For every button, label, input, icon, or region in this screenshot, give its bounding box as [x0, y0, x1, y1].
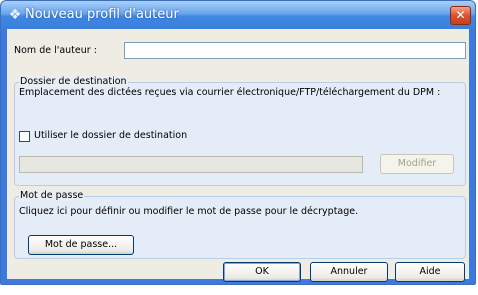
- modify-button[interactable]: Modifier: [380, 154, 454, 174]
- use-destination-checkbox[interactable]: [19, 131, 30, 142]
- password-button[interactable]: Mot de passe...: [28, 235, 134, 255]
- author-name-label: Nom de l'auteur :: [14, 45, 97, 56]
- ok-button[interactable]: OK: [223, 262, 301, 282]
- destination-path-field[interactable]: [19, 156, 363, 173]
- app-icon: ❖: [8, 7, 22, 23]
- destination-group-title: Dossier de destination: [19, 76, 128, 87]
- password-group-title: Mot de passe: [19, 190, 85, 201]
- password-description: Cliquez ici pour définir ou modifier le …: [19, 206, 359, 217]
- password-group: Mot de passe Cliquez ici pour définir ou…: [14, 190, 466, 259]
- dialog-window: ❖ Nouveau profil d'auteur ✕ Nom de l'aut…: [0, 0, 476, 285]
- title-bar[interactable]: ❖ Nouveau profil d'auteur ✕: [1, 1, 475, 29]
- dialog-body: Nom de l'auteur : Dossier de destination…: [7, 29, 469, 282]
- cancel-button[interactable]: Annuler: [310, 262, 388, 282]
- close-button[interactable]: ✕: [450, 6, 471, 25]
- close-icon: ✕: [455, 8, 466, 22]
- destination-description: Emplacement des dictées reçues via courr…: [19, 87, 441, 98]
- window-title: Nouveau profil d'auteur: [25, 7, 179, 22]
- destination-folder-group: Dossier de destination Emplacement des d…: [14, 76, 466, 186]
- help-button[interactable]: Aide: [395, 262, 465, 282]
- use-destination-label[interactable]: Utiliser le dossier de destination: [34, 130, 187, 141]
- author-name-input[interactable]: [124, 42, 466, 59]
